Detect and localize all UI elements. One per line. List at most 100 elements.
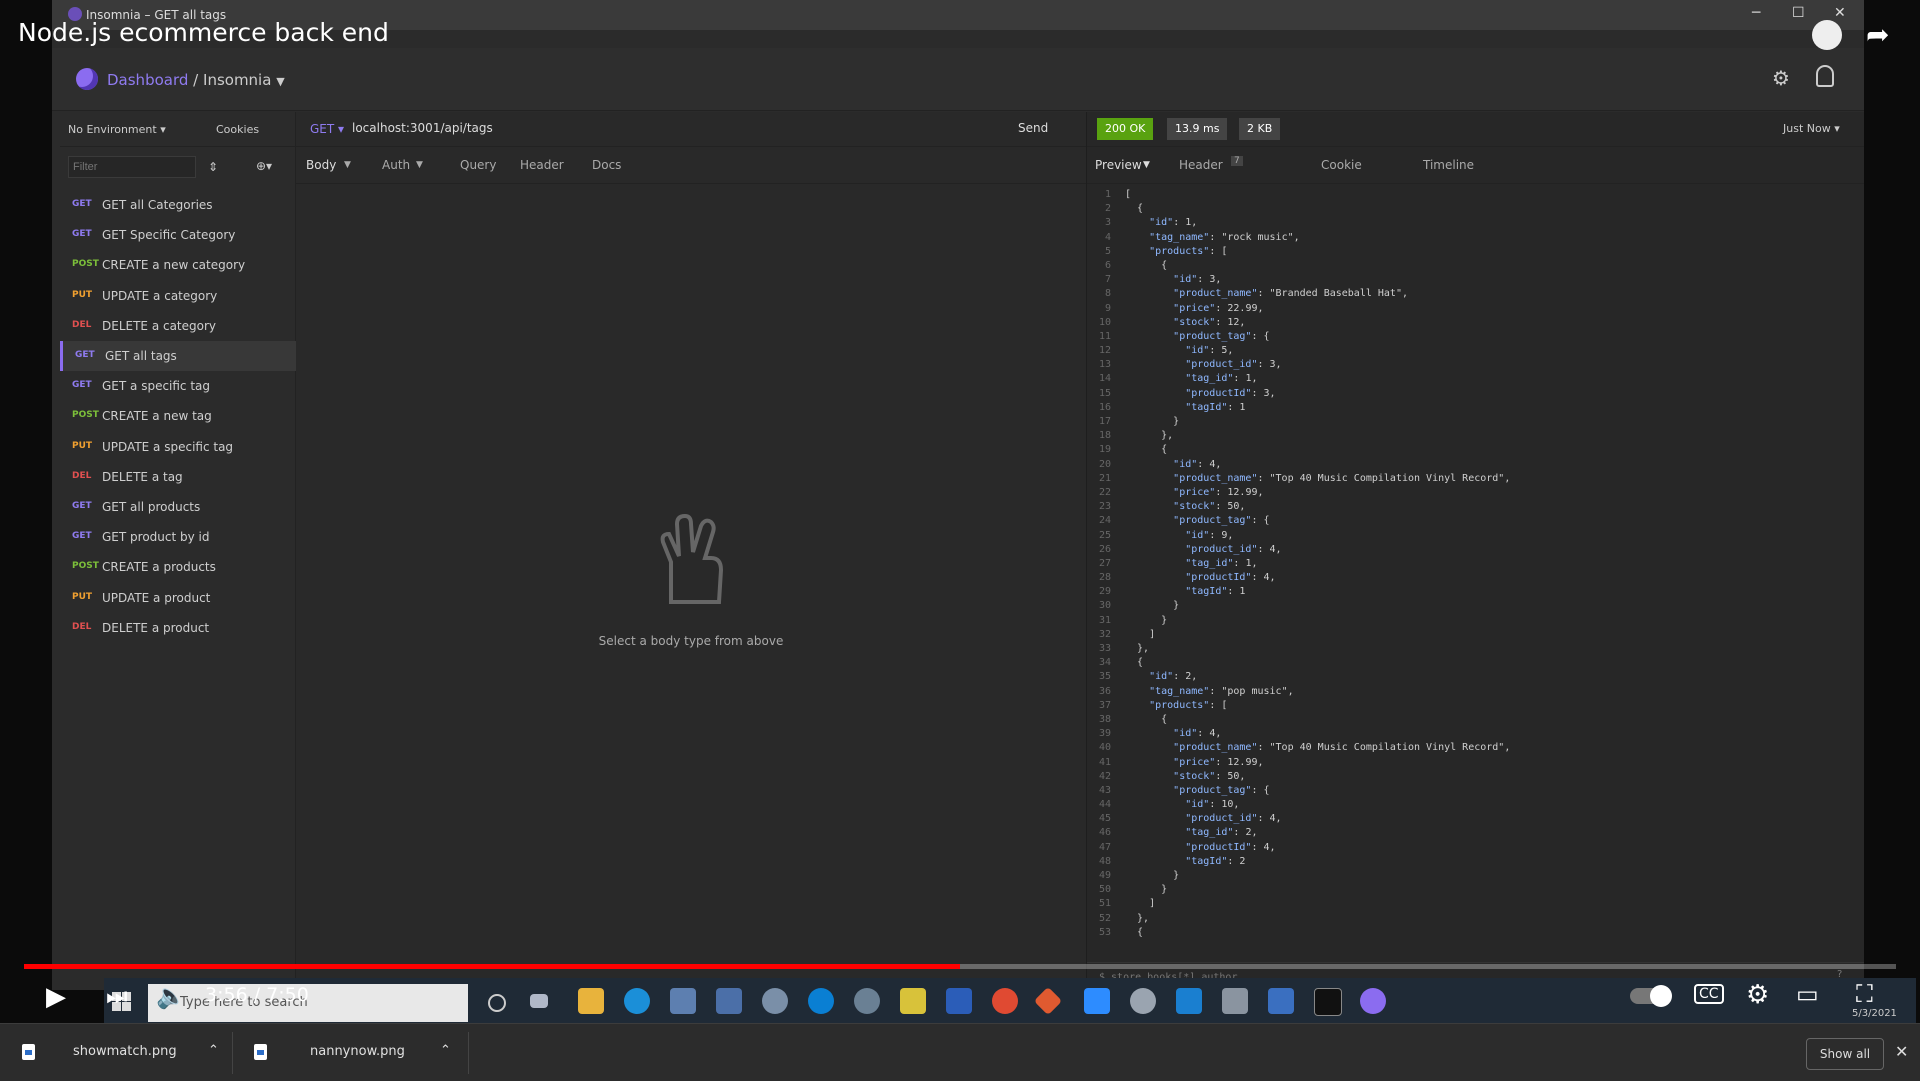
send-button[interactable]: Send bbox=[1018, 121, 1048, 135]
git-icon[interactable] bbox=[1033, 986, 1063, 1016]
captions-icon[interactable]: CC bbox=[1694, 984, 1724, 1004]
show-all-button[interactable]: Show all bbox=[1806, 1038, 1884, 1070]
app-icon-2[interactable] bbox=[762, 988, 788, 1014]
code-line: 15 "productId": 3, bbox=[1098, 387, 1276, 399]
code-line: 5 "products": [ bbox=[1104, 245, 1228, 257]
sidebar-request-item[interactable]: GET GET all Categories bbox=[60, 190, 295, 220]
sidebar-request-item[interactable]: POST CREATE a new tag bbox=[60, 401, 295, 431]
request-method-badge: POST bbox=[72, 410, 99, 421]
minimize-icon[interactable]: ─ bbox=[1752, 5, 1760, 21]
sidebar-request-item[interactable]: GET GET all products bbox=[60, 492, 295, 522]
next-icon[interactable]: ⏭ bbox=[106, 982, 128, 1010]
filter-input[interactable] bbox=[68, 156, 196, 178]
insomnia-window: Insomnia – GET all tags ─ ☐ ✕ Dashboard … bbox=[52, 0, 1916, 1023]
app-icon-3[interactable] bbox=[854, 988, 880, 1014]
chevron-up-icon[interactable]: ⌃ bbox=[440, 1043, 451, 1058]
sidebar-request-item[interactable]: POST CREATE a products bbox=[60, 552, 295, 582]
request-method-badge: PUT bbox=[72, 289, 93, 300]
code-line: 31 } bbox=[1098, 614, 1168, 626]
code-line: 28 "productId": 4, bbox=[1098, 572, 1276, 584]
breadcrumb-current[interactable]: Insomnia bbox=[203, 71, 271, 89]
response-tabs: Preview Header Cookie Timeline 7 ▼ bbox=[1087, 147, 1864, 184]
play-icon[interactable]: ▶ bbox=[46, 982, 66, 1012]
volume-icon[interactable]: 🔈 bbox=[156, 982, 186, 1010]
sidebar-request-item[interactable]: DEL DELETE a tag bbox=[60, 462, 295, 492]
watch-later-icon[interactable] bbox=[1812, 20, 1842, 50]
time-display: 3:56 / 7:50 bbox=[205, 984, 309, 1006]
maximize-icon[interactable]: ☐ bbox=[1792, 5, 1805, 21]
settings-icon[interactable]: ⚙ bbox=[1746, 980, 1769, 1010]
request-tab[interactable]: Query bbox=[460, 158, 496, 172]
zoom-icon[interactable] bbox=[1084, 988, 1110, 1014]
sidebar-request-item[interactable]: PUT UPDATE a specific tag bbox=[60, 432, 295, 462]
history-dropdown[interactable]: Just Now ▾ bbox=[1783, 122, 1840, 135]
code-line: 34 { bbox=[1098, 657, 1144, 669]
task-view-icon[interactable] bbox=[530, 994, 548, 1008]
progress-bar[interactable] bbox=[24, 964, 1896, 969]
request-tab[interactable]: Body bbox=[306, 158, 336, 172]
sidebar-request-item[interactable]: PUT UPDATE a product bbox=[60, 583, 295, 613]
response-tab[interactable]: Cookie bbox=[1321, 158, 1362, 172]
edge-icon[interactable] bbox=[624, 988, 650, 1014]
sort-icon[interactable]: ⇕ bbox=[208, 160, 218, 174]
chevron-up-icon[interactable]: ⌃ bbox=[208, 1043, 219, 1058]
notes-icon[interactable] bbox=[900, 988, 926, 1014]
autoplay-toggle[interactable] bbox=[1630, 985, 1672, 1007]
chevron-down-icon[interactable]: ▼ bbox=[344, 160, 351, 170]
cortana-icon[interactable] bbox=[488, 994, 506, 1012]
terminal-icon[interactable] bbox=[1314, 988, 1342, 1016]
download-item[interactable]: showmatch.png ⌃ bbox=[22, 1024, 222, 1081]
sidebar-request-item[interactable]: GET GET Specific Category bbox=[60, 220, 295, 250]
gear-icon[interactable]: ⚙ bbox=[1772, 66, 1790, 90]
response-tab[interactable]: Preview bbox=[1095, 158, 1142, 172]
app-icon-4[interactable] bbox=[1130, 988, 1156, 1014]
video-title[interactable]: Node.js ecommerce back end bbox=[18, 18, 389, 47]
response-tab[interactable]: Timeline bbox=[1423, 158, 1474, 172]
add-request-icon[interactable]: ⊕▾ bbox=[256, 159, 272, 173]
sidebar-request-item[interactable]: POST CREATE a new category bbox=[60, 250, 295, 280]
request-tab[interactable]: Auth bbox=[382, 158, 410, 172]
skype-icon[interactable] bbox=[808, 988, 834, 1014]
request-tab[interactable]: Docs bbox=[592, 158, 621, 172]
share-icon[interactable]: ➦ bbox=[1866, 18, 1889, 51]
cookies-button[interactable]: Cookies bbox=[216, 123, 259, 136]
chevron-down-icon[interactable]: ▼ bbox=[416, 160, 423, 170]
insomnia-taskbar-icon[interactable] bbox=[1360, 988, 1386, 1014]
code-line: 43 "product_tag": { bbox=[1098, 784, 1270, 796]
word-icon[interactable] bbox=[946, 988, 972, 1014]
chevron-down-icon[interactable]: ▼ bbox=[1143, 160, 1150, 170]
account-icon[interactable] bbox=[1816, 65, 1834, 87]
request-tab[interactable]: Header bbox=[520, 158, 564, 172]
sidebar-request-item[interactable]: GET GET product by id bbox=[60, 522, 295, 552]
video-player[interactable]: Insomnia – GET all tags ─ ☐ ✕ Dashboard … bbox=[0, 0, 1920, 1023]
close-icon[interactable]: ✕ bbox=[1834, 5, 1846, 21]
environment-select[interactable]: No Environment ▾ bbox=[68, 123, 166, 136]
app-icon[interactable] bbox=[716, 988, 742, 1014]
code-line: 33 }, bbox=[1098, 643, 1150, 654]
chevron-down-icon[interactable]: ▼ bbox=[276, 75, 284, 88]
download-item[interactable]: nannynow.png ⌃ bbox=[254, 1024, 454, 1081]
sidebar-request-item[interactable]: GET GET a specific tag bbox=[60, 371, 295, 401]
file-explorer-icon[interactable] bbox=[578, 988, 604, 1014]
close-icon[interactable]: ✕ bbox=[1895, 1042, 1908, 1061]
cast-icon[interactable]: ▭ bbox=[1796, 980, 1819, 1008]
sidebar-request-item[interactable]: GET GET all tags bbox=[60, 341, 298, 371]
response-tab[interactable]: Header bbox=[1179, 158, 1223, 172]
url-input[interactable]: localhost:3001/api/tags bbox=[352, 121, 493, 135]
chrome-icon[interactable] bbox=[992, 988, 1018, 1014]
fullscreen-exit-icon[interactable]: ⛶ bbox=[1856, 980, 1873, 1008]
app-icon-5[interactable] bbox=[1222, 988, 1248, 1014]
calculator-icon[interactable] bbox=[670, 988, 696, 1014]
code-line: 50 } bbox=[1098, 884, 1168, 896]
sidebar-request-item[interactable]: DEL DELETE a product bbox=[60, 613, 295, 643]
breadcrumb-dashboard-link[interactable]: Dashboard bbox=[107, 71, 188, 89]
app-icon-6[interactable] bbox=[1268, 988, 1294, 1014]
sidebar-request-item[interactable]: DEL DELETE a category bbox=[60, 311, 295, 341]
request-method-badge: DEL bbox=[72, 621, 92, 632]
request-pane: GET ▾ localhost:3001/api/tags Send Body ▼… bbox=[296, 112, 1087, 990]
sidebar-request-item[interactable]: PUT UPDATE a category bbox=[60, 281, 295, 311]
app-header: Dashboard / Insomnia ▼ ⚙ bbox=[52, 48, 1864, 111]
method-select[interactable]: GET ▾ bbox=[310, 122, 344, 136]
vscode-icon[interactable] bbox=[1176, 988, 1202, 1014]
request-list: GET GET all Categories GET GET Specific Cat… bbox=[60, 190, 298, 635]
